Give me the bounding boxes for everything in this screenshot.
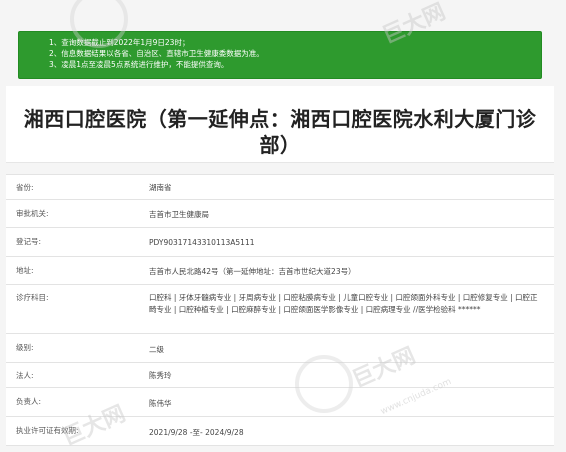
page-title: 湘西口腔医院（第一延伸点：湘西口腔医院水利大厦门诊部） [23, 107, 537, 157]
detail-value: 湖南省 [149, 183, 172, 192]
detail-value: 吉首市卫生健康局 [149, 210, 209, 219]
detail-value: 吉首市人民北路42号（第一延伸地址：吉首市世纪大道23号） [149, 267, 356, 276]
details-table: 省份: 湖南省 审批机关: 吉首市卫生健康局 登记号: PDY903171433… [6, 174, 554, 446]
detail-value: PDY90317143310113A5111 [149, 238, 255, 247]
detail-row-authority: 审批机关: 吉首市卫生健康局 [6, 200, 554, 228]
notice-line-1: 1、查询数据截止到2022年1月9日23时； [49, 38, 190, 47]
detail-row-level: 级别: 二级 [6, 334, 554, 363]
notice-banner: 1、查询数据截止到2022年1月9日23时； 2、信息数据结果以各省、自治区、直… [18, 31, 542, 79]
detail-label: 级别: [16, 343, 34, 352]
detail-label: 省份: [16, 183, 34, 192]
detail-label: 法人: [16, 371, 34, 380]
detail-row-province: 省份: 湖南省 [6, 175, 554, 200]
detail-row-license-validity: 执业许可证有效期: 2021/9/28 -至- 2024/9/28 [6, 417, 554, 446]
detail-label: 审批机关: [16, 209, 49, 218]
detail-row-departments: 诊疗科目: 口腔科 | 牙体牙髓病专业 | 牙周病专业 | 口腔粘膜病专业 | … [6, 285, 554, 334]
detail-label: 执业许可证有效期: [16, 426, 79, 435]
detail-value: 二级 [149, 345, 164, 354]
detail-row-manager: 负责人: 陈伟华 [6, 388, 554, 417]
detail-value: 陈秀玲 [149, 371, 172, 380]
detail-value: 2021/9/28 -至- 2024/9/28 [149, 428, 244, 437]
notice-line-2: 2、信息数据结果以各省、自治区、直辖市卫生健康委数据为准。 [49, 49, 264, 58]
detail-label: 负责人: [16, 397, 42, 406]
detail-value: 陈伟华 [149, 399, 172, 408]
detail-row-address: 地址: 吉首市人民北路42号（第一延伸地址：吉首市世纪大道23号） [6, 257, 554, 285]
detail-label: 诊疗科目: [16, 293, 49, 302]
detail-label: 登记号: [16, 237, 42, 246]
detail-value: 口腔科 | 牙体牙髓病专业 | 牙周病专业 | 口腔粘膜病专业 | 儿童口腔专业… [149, 293, 538, 314]
detail-row-registration: 登记号: PDY90317143310113A5111 [6, 228, 554, 257]
detail-label: 地址: [16, 266, 34, 275]
title-card: 湘西口腔医院（第一延伸点：湘西口腔医院水利大厦门诊部） [6, 86, 554, 163]
notice-line-3: 3、凌晨1点至凌晨5点系统进行维护，不能提供查询。 [49, 60, 229, 69]
detail-row-legal-person: 法人: 陈秀玲 [6, 363, 554, 388]
